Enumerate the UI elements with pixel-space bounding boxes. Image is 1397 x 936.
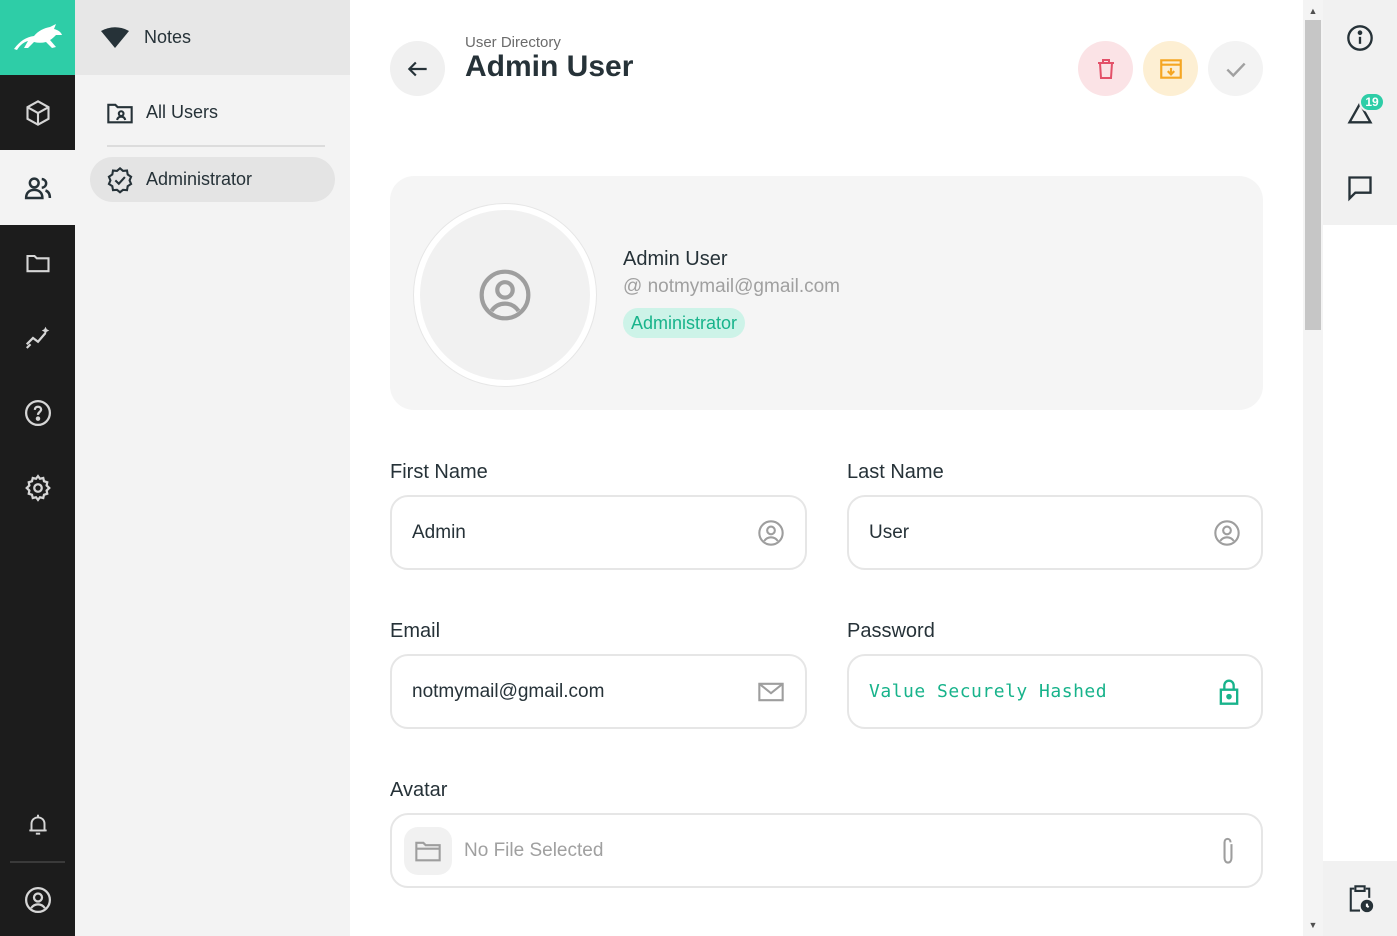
account-circle-icon [758, 519, 784, 546]
comments-button[interactable] [1323, 150, 1397, 225]
content-module-icon[interactable] [0, 75, 75, 150]
module-bar [0, 0, 75, 936]
avatar [414, 204, 596, 386]
help-module-icon[interactable] [0, 375, 75, 450]
mail-icon [758, 682, 784, 701]
avatar-file-field[interactable]: No File Selected [390, 813, 1263, 888]
comment-icon [1348, 175, 1372, 201]
nav-header-title: Notes [144, 27, 192, 47]
account-circle-icon [479, 269, 531, 321]
folder-icon [415, 841, 441, 861]
user-account-icon[interactable] [0, 862, 75, 936]
trash-icon [1097, 58, 1114, 79]
rabbit-logo-icon [13, 23, 62, 50]
check-icon [1225, 62, 1246, 77]
nav-divider [107, 145, 325, 147]
nav-item-all-users[interactable]: All Users [90, 90, 335, 135]
nav-header[interactable]: Notes [75, 0, 350, 75]
page-title: Admin User [465, 50, 634, 83]
email-field[interactable]: notmymail@gmail.com [390, 654, 807, 729]
email-value: notmymail@gmail.com [412, 680, 605, 702]
clipboard-clock-icon [1349, 884, 1374, 912]
main-content: User Directory Admin User Admin User @ n… [350, 0, 1303, 936]
users-module-icon[interactable] [0, 150, 75, 225]
password-field[interactable]: Value Securely Hashed [847, 654, 1263, 729]
settings-module-icon[interactable] [0, 450, 75, 525]
save-button[interactable] [1208, 41, 1263, 96]
clipboard-history-button[interactable] [1323, 861, 1397, 936]
files-module-icon[interactable] [0, 225, 75, 300]
user-info-card: Admin User @ notmymail@gmail.com Adminis… [390, 176, 1263, 410]
role-badge: Administrator [623, 308, 746, 338]
email-label: Email [390, 620, 441, 642]
info-button[interactable] [1323, 0, 1397, 75]
user-display-email: @ notmymail@gmail.com [623, 276, 841, 297]
lock-icon [1219, 679, 1239, 705]
paperclip-icon[interactable] [1219, 836, 1237, 866]
last-name-label: Last Name [847, 461, 944, 483]
file-status-text: No File Selected [464, 839, 604, 861]
breadcrumb[interactable]: User Directory [465, 34, 561, 51]
nav-item-administrator[interactable]: Administrator [90, 157, 335, 202]
right-sidebar: 19 [1323, 0, 1397, 936]
info-icon [1347, 24, 1373, 51]
scroll-up-arrow[interactable]: ▲ [1303, 3, 1323, 19]
first-name-value: Admin [412, 521, 466, 543]
folder-user-icon [107, 103, 133, 123]
user-display-name: Admin User [623, 248, 728, 270]
password-label: Password [847, 620, 935, 642]
revisions-button[interactable] [1323, 75, 1397, 150]
wifi-icon [101, 26, 129, 48]
scrollbar[interactable]: ▲ ▼ [1303, 0, 1323, 936]
account-circle-icon [1214, 519, 1240, 546]
first-name-label: First Name [390, 461, 488, 483]
verified-badge-icon [107, 166, 133, 194]
app-logo[interactable] [0, 0, 75, 75]
scrollbar-thumb[interactable] [1305, 20, 1321, 330]
notifications-module-icon[interactable] [0, 787, 75, 862]
file-field-left: No File Selected [404, 826, 604, 875]
archive-icon [1159, 58, 1182, 79]
scroll-down-arrow[interactable]: ▼ [1303, 917, 1323, 933]
last-name-value: User [869, 521, 910, 543]
delete-button[interactable] [1078, 41, 1133, 96]
archive-button[interactable] [1143, 41, 1198, 96]
nav-item-label: All Users [146, 102, 219, 122]
nav-item-label: Administrator [146, 169, 253, 189]
back-button[interactable] [390, 41, 445, 96]
navigation-pane: Notes All Users Administrator [75, 0, 350, 936]
last-name-field[interactable]: User [847, 495, 1263, 570]
avatar-label: Avatar [390, 779, 448, 801]
notification-count-badge: 19 [1359, 92, 1385, 112]
arrow-left-icon [407, 61, 427, 76]
first-name-field[interactable]: Admin [390, 495, 807, 570]
password-value: Value Securely Hashed [869, 681, 1108, 702]
insights-module-icon[interactable] [0, 300, 75, 375]
file-browse-button[interactable] [404, 826, 452, 875]
